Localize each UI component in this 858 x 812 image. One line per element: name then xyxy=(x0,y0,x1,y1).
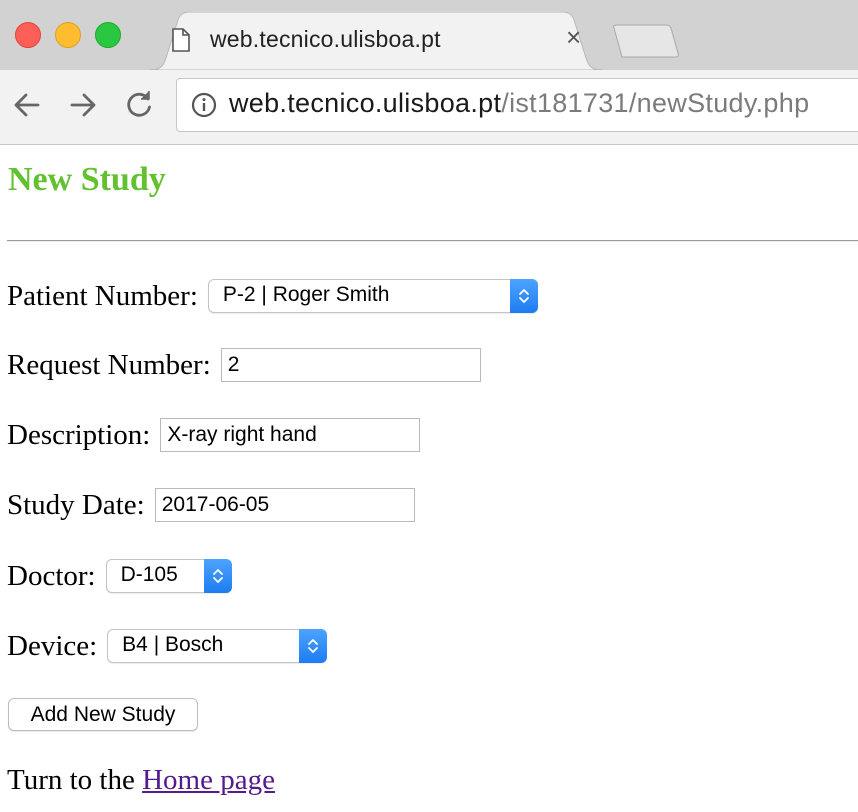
minimize-window-button[interactable] xyxy=(55,22,81,48)
select-arrows-icon xyxy=(203,559,232,593)
device-selected: B4 | Bosch xyxy=(122,633,224,656)
address-bar[interactable]: web.tecnico.ulisboa.pt/ist181731/newStud… xyxy=(176,78,858,132)
description-input[interactable] xyxy=(160,418,421,452)
url-host: web.tecnico.ulisboa.pt xyxy=(229,88,502,118)
browser-toolbar: web.tecnico.ulisboa.pt/ist181731/newStud… xyxy=(0,70,858,145)
select-arrows-icon xyxy=(299,629,328,663)
page-title: New Study xyxy=(8,161,166,198)
doctor-select[interactable]: D-105 xyxy=(105,559,232,593)
maximize-window-button[interactable] xyxy=(95,22,121,48)
back-arrow-icon[interactable] xyxy=(12,90,42,125)
patient-number-selected: P-2 | Roger Smith xyxy=(222,283,390,306)
device-row: Device: B4 | Bosch xyxy=(7,629,328,663)
select-arrows-icon xyxy=(509,279,538,313)
close-window-button[interactable] xyxy=(15,22,41,48)
tab-title: web.tecnico.ulisboa.pt xyxy=(210,26,441,52)
url-path: /ist181731/newStudy.php xyxy=(501,88,810,118)
tab-strip: web.tecnico.ulisboa.pt × xyxy=(0,0,858,70)
patient-number-select[interactable]: P-2 | Roger Smith xyxy=(207,279,538,313)
reload-icon[interactable] xyxy=(124,90,154,125)
device-label: Device: xyxy=(7,629,98,662)
footer-prefix: Turn to the xyxy=(7,764,143,796)
description-label: Description: xyxy=(7,418,151,451)
doctor-selected: D-105 xyxy=(120,563,178,586)
tab-close-icon[interactable]: × xyxy=(566,24,581,50)
study-date-row: Study Date: xyxy=(7,488,415,522)
device-select[interactable]: B4 | Bosch xyxy=(107,629,328,663)
description-row: Description: xyxy=(7,418,421,452)
active-tab[interactable]: web.tecnico.ulisboa.pt × xyxy=(150,12,602,70)
request-number-input[interactable] xyxy=(220,348,481,382)
patient-number-label: Patient Number: xyxy=(7,279,198,312)
page-content: New Study Patient Number: P-2 | Roger Sm… xyxy=(0,145,858,812)
footer-line: Turn to the Home page xyxy=(7,764,275,797)
request-number-label: Request Number: xyxy=(7,348,211,381)
doctor-row: Doctor: D-105 xyxy=(7,559,232,593)
study-date-label: Study Date: xyxy=(7,488,145,521)
request-row: Request Number: xyxy=(7,348,481,382)
add-new-study-button[interactable]: Add New Study xyxy=(8,698,198,731)
new-tab-button[interactable] xyxy=(612,24,680,63)
doctor-label: Doctor: xyxy=(7,559,96,592)
home-page-link[interactable]: Home page xyxy=(142,764,275,796)
url-text[interactable]: web.tecnico.ulisboa.pt/ist181731/newStud… xyxy=(229,88,809,119)
info-icon[interactable] xyxy=(191,92,217,123)
horizontal-rule xyxy=(7,240,858,242)
forward-arrow-icon[interactable] xyxy=(68,90,98,125)
patient-row: Patient Number: P-2 | Roger Smith xyxy=(7,279,538,313)
study-date-input[interactable] xyxy=(154,488,415,522)
